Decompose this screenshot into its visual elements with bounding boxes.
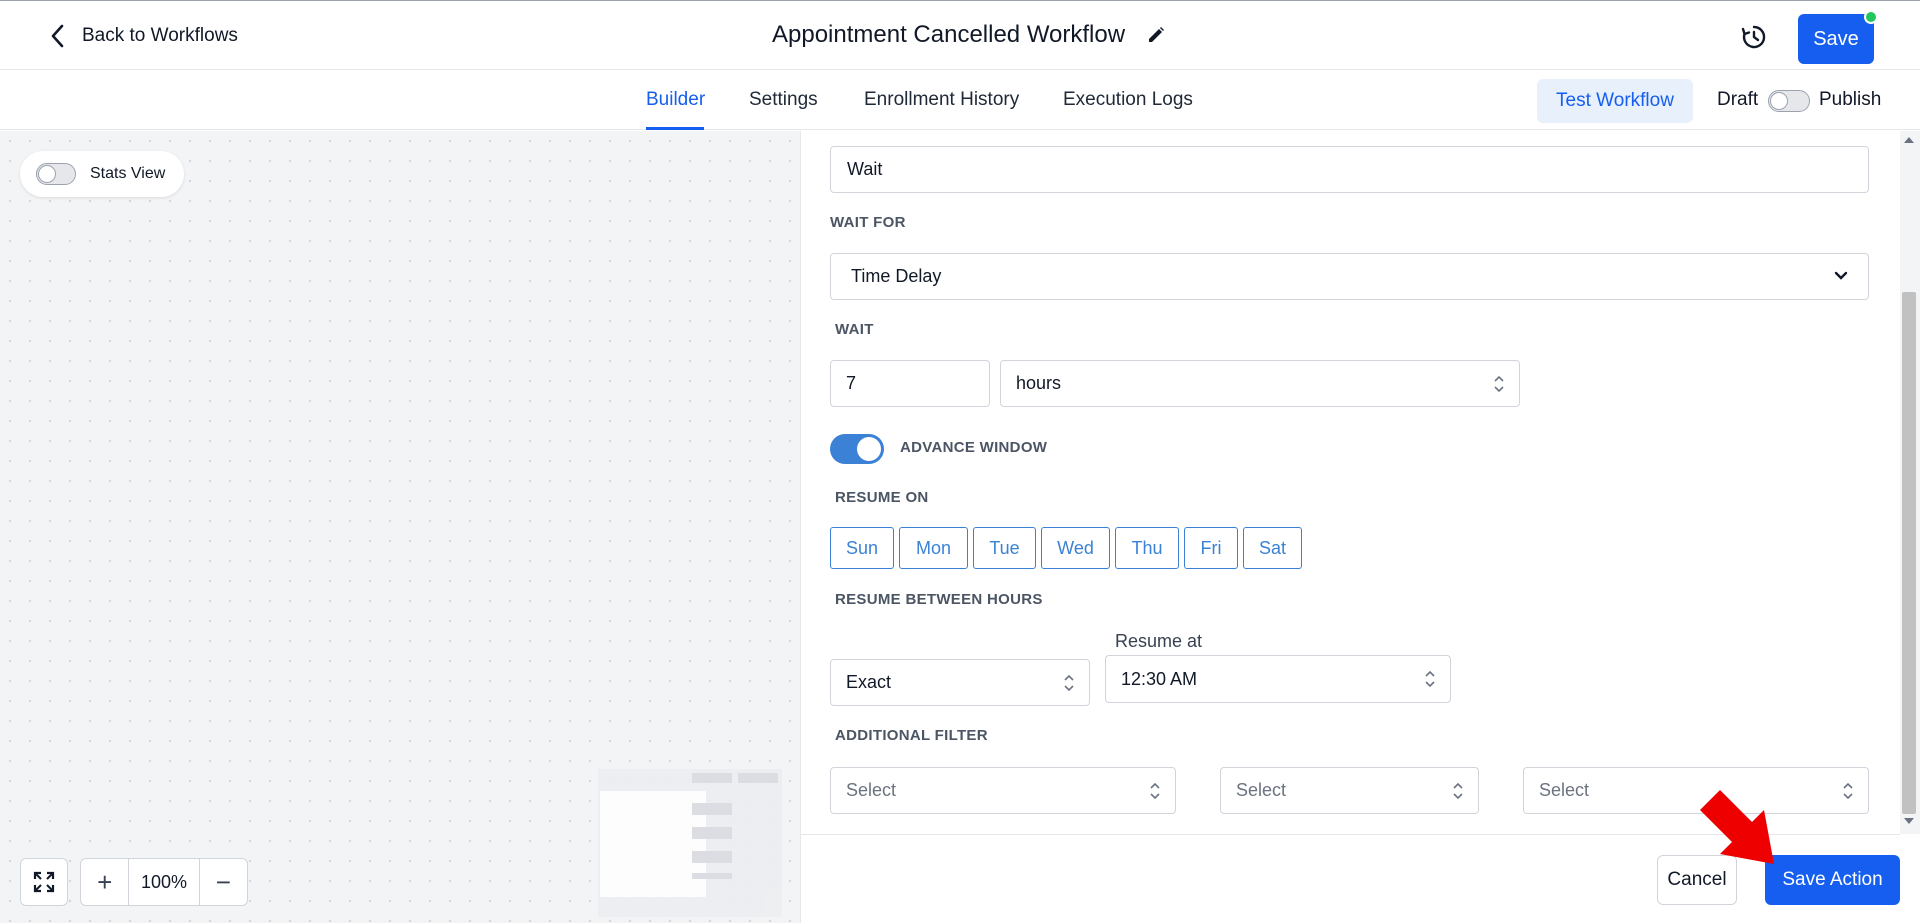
expand-icon xyxy=(33,871,55,893)
wait-for-value: Time Delay xyxy=(851,266,942,286)
minimap-node xyxy=(692,827,732,839)
stats-view-toggle[interactable] xyxy=(36,163,76,185)
save-button-label: Save xyxy=(1813,27,1859,50)
resume-on-label: RESUME ON xyxy=(835,489,929,506)
wait-unit-value: hours xyxy=(1016,373,1062,393)
minimap-node xyxy=(600,791,706,897)
stats-view-label: Stats View xyxy=(90,165,166,182)
fit-view-button[interactable] xyxy=(20,858,68,906)
additional-filter-label: ADDITIONAL FILTER xyxy=(835,727,988,744)
day-wed-button[interactable]: Wed xyxy=(1041,527,1110,569)
resume-between-hours-label: RESUME BETWEEN HOURS xyxy=(835,591,1043,608)
minimap-node xyxy=(692,773,732,783)
day-sun-button[interactable]: Sun xyxy=(830,527,894,569)
action-name-value: Wait xyxy=(847,159,883,179)
advance-window-toggle-knob xyxy=(857,437,881,461)
resume-mode-value: Exact xyxy=(846,672,892,692)
action-name-input[interactable]: Wait xyxy=(830,146,1869,193)
resume-at-label: Resume at xyxy=(1115,631,1203,651)
wait-unit-select[interactable]: hours xyxy=(1000,360,1520,407)
stats-view-toggle-knob xyxy=(38,165,56,183)
tab-execution-logs[interactable]: Execution Logs xyxy=(1063,89,1193,111)
scroll-up-arrow-icon[interactable] xyxy=(1904,137,1914,143)
filter-select-1-placeholder: Select xyxy=(846,780,897,800)
back-to-workflows-link[interactable]: Back to Workflows xyxy=(48,23,238,49)
zoom-level: 100% xyxy=(128,859,200,905)
canvas-minimap[interactable] xyxy=(598,769,782,917)
filter-select-1[interactable]: Select xyxy=(830,767,1176,814)
select-arrows-icon xyxy=(1150,782,1160,799)
day-tue-button[interactable]: Tue xyxy=(973,527,1036,569)
day-sat-button[interactable]: Sat xyxy=(1243,527,1302,569)
filter-select-2[interactable]: Select xyxy=(1220,767,1479,814)
minimap-node xyxy=(692,873,732,879)
tabs-row: Builder Settings Enrollment History Exec… xyxy=(0,70,1920,130)
advance-window-label: ADVANCE WINDOW xyxy=(900,439,1048,456)
resume-mode-select[interactable]: Exact xyxy=(830,659,1090,706)
chevron-left-icon xyxy=(51,24,64,48)
zoom-in-button[interactable]: + xyxy=(81,859,128,905)
minimap-node xyxy=(692,803,732,815)
scroll-down-arrow-icon[interactable] xyxy=(1904,818,1914,824)
tab-settings[interactable]: Settings xyxy=(749,89,818,111)
panel-scrollbar-thumb[interactable] xyxy=(1902,292,1916,814)
day-thu-button[interactable]: Thu xyxy=(1115,527,1179,569)
unsaved-status-dot xyxy=(1864,10,1878,24)
zoom-out-button[interactable]: − xyxy=(200,859,247,905)
advance-window-toggle[interactable] xyxy=(830,434,884,464)
draft-label: Draft xyxy=(1717,89,1759,110)
wait-for-label: WAIT FOR xyxy=(830,214,906,231)
zoom-controls: + 100% − xyxy=(80,858,248,906)
save-button[interactable]: Save xyxy=(1798,10,1878,64)
pencil-icon[interactable] xyxy=(1147,26,1165,44)
test-workflow-button[interactable]: Test Workflow xyxy=(1537,79,1693,123)
tab-builder[interactable]: Builder xyxy=(646,89,705,111)
select-arrows-icon xyxy=(1453,782,1463,799)
back-label: Back to Workflows xyxy=(82,25,238,46)
publish-label: Publish xyxy=(1819,89,1882,110)
history-icon[interactable] xyxy=(1740,23,1768,51)
resume-at-value: 12:30 AM xyxy=(1121,668,1198,689)
stats-view-control[interactable]: Stats View xyxy=(20,151,184,197)
top-bar: Back to Workflows Appointment Cancelled … xyxy=(0,0,1920,70)
chevron-down-icon xyxy=(1834,271,1848,280)
active-tab-indicator xyxy=(646,127,704,130)
select-arrows-icon xyxy=(1064,674,1074,691)
filter-select-3-placeholder: Select xyxy=(1539,780,1590,800)
publish-toggle-knob xyxy=(1770,92,1788,110)
wait-amount-input[interactable]: 7 xyxy=(830,360,990,407)
day-mon-button[interactable]: Mon xyxy=(899,527,968,569)
red-arrow-annotation-icon xyxy=(1700,790,1774,864)
select-arrows-icon xyxy=(1843,782,1853,799)
select-arrows-icon xyxy=(1494,375,1504,392)
workflow-title: Appointment Cancelled Workflow xyxy=(772,21,1165,49)
tab-enrollment-history[interactable]: Enrollment History xyxy=(864,89,1019,111)
publish-toggle[interactable] xyxy=(1768,90,1810,112)
minimap-node xyxy=(692,851,732,863)
workflow-title-text: Appointment Cancelled Workflow xyxy=(772,21,1126,48)
wait-amount-value: 7 xyxy=(846,373,857,393)
resume-at-select[interactable]: 12:30 AM xyxy=(1105,655,1451,703)
workflow-canvas[interactable]: Stats View + 100% − xyxy=(0,131,800,923)
wait-label: WAIT xyxy=(835,321,874,338)
filter-select-2-placeholder: Select xyxy=(1236,780,1287,800)
minimap-node xyxy=(738,773,778,783)
wait-for-select[interactable]: Time Delay xyxy=(830,253,1869,300)
select-arrows-icon xyxy=(1425,670,1435,688)
day-fri-button[interactable]: Fri xyxy=(1184,527,1238,569)
